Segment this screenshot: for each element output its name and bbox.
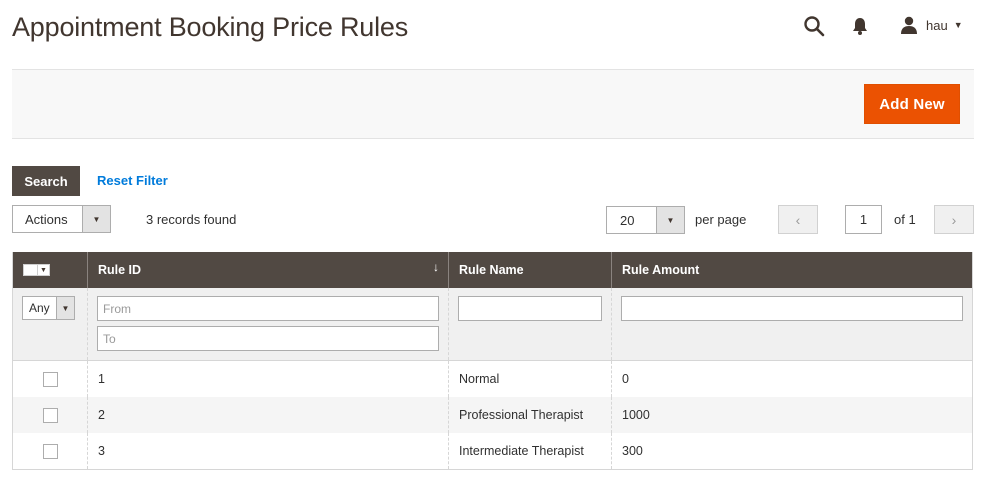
any-filter-label: Any [29, 301, 50, 315]
table-row[interactable]: 2 Professional Therapist 1000 [13, 397, 972, 433]
rule-id-cell: 2 [87, 397, 448, 433]
add-new-button[interactable]: Add New [864, 84, 960, 124]
chevron-down-icon: ▼ [56, 297, 74, 319]
chevron-right-icon: › [951, 211, 957, 228]
price-rules-grid: ▼ Rule ID ↓ Rule Name Rule Amount Any ▼ [12, 252, 973, 470]
rule-name-cell: Normal [448, 361, 611, 397]
grid-filter-row: Any ▼ [13, 288, 972, 361]
caret-down-icon: ▼ [953, 20, 963, 30]
column-header-rule-id[interactable]: Rule ID ↓ [87, 252, 448, 288]
previous-page-button[interactable]: ‹ [778, 205, 818, 234]
page-actions-bar: Add New [12, 69, 974, 139]
mass-select-column: ▼ [13, 252, 87, 288]
chevron-down-icon[interactable]: ▼ [38, 264, 50, 276]
row-checkbox[interactable] [42, 371, 58, 387]
mass-select-dropdown[interactable]: ▼ [23, 264, 50, 276]
chevron-left-icon: ‹ [795, 211, 801, 228]
row-check-cell [13, 397, 87, 433]
table-row[interactable]: 3 Intermediate Therapist 300 [13, 433, 972, 469]
records-count: 3 records found [146, 212, 237, 227]
column-header-rule-amount[interactable]: Rule Amount [611, 252, 972, 288]
page-number-input[interactable] [845, 205, 882, 234]
filter-rule-id-cell [87, 288, 448, 360]
grid-header-row: ▼ Rule ID ↓ Rule Name Rule Amount [13, 252, 972, 288]
row-check-cell [13, 361, 87, 397]
rule-amount-cell: 300 [611, 433, 972, 469]
mass-select-checkbox[interactable] [23, 264, 38, 276]
row-check-cell [13, 433, 87, 469]
per-page-label: per page [695, 212, 747, 227]
rule-amount-filter-input[interactable] [621, 296, 963, 321]
chevron-down-icon: ▼ [82, 206, 110, 232]
filter-check-cell: Any ▼ [13, 288, 87, 360]
chevron-down-icon: ▼ [656, 207, 684, 233]
rule-id-from-input[interactable] [97, 296, 439, 321]
reset-filter-link[interactable]: Reset Filter [97, 173, 168, 188]
search-icon[interactable] [803, 15, 825, 37]
bell-icon[interactable] [851, 16, 869, 36]
user-name: hau [926, 17, 948, 33]
rule-name-header-label: Rule Name [459, 263, 524, 277]
rule-id-cell: 3 [87, 433, 448, 469]
rule-id-to-input[interactable] [97, 326, 439, 351]
sort-arrow-down-icon: ↓ [433, 260, 439, 274]
filter-rule-name-cell [448, 288, 611, 360]
column-header-rule-name[interactable]: Rule Name [448, 252, 611, 288]
rule-amount-cell: 1000 [611, 397, 972, 433]
total-pages-label: of 1 [894, 212, 916, 227]
any-filter-select[interactable]: Any ▼ [22, 296, 75, 320]
rule-amount-cell: 0 [611, 361, 972, 397]
actions-dropdown[interactable]: Actions ▼ [12, 205, 111, 233]
filter-rule-amount-cell [611, 288, 972, 360]
rule-id-cell: 1 [87, 361, 448, 397]
next-page-button[interactable]: › [934, 205, 974, 234]
user-icon [901, 16, 917, 34]
row-checkbox[interactable] [42, 407, 58, 423]
rule-amount-header-label: Rule Amount [622, 263, 700, 277]
rule-name-cell: Intermediate Therapist [448, 433, 611, 469]
rule-name-filter-input[interactable] [458, 296, 602, 321]
page-title: Appointment Booking Price Rules [12, 12, 409, 42]
actions-label: Actions [25, 211, 68, 227]
row-checkbox[interactable] [42, 443, 58, 459]
rule-id-header-label: Rule ID [98, 263, 142, 277]
per-page-select[interactable]: 20 ▼ [606, 206, 685, 234]
table-row[interactable]: 1 Normal 0 [13, 361, 972, 397]
user-menu[interactable]: hau ▼ [900, 14, 963, 36]
per-page-value: 20 [620, 212, 635, 228]
search-button[interactable]: Search [12, 166, 80, 196]
rule-name-cell: Professional Therapist [448, 397, 611, 433]
